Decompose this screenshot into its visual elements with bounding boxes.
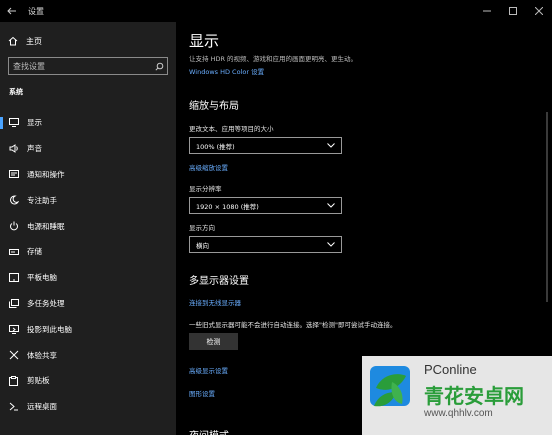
detect-button[interactable]: 检测 xyxy=(189,333,238,350)
watermark: PConline 青花安卓网 www.qhhlv.com xyxy=(362,356,552,435)
sidebar-item-power-sleep[interactable]: 电源和睡眠 xyxy=(0,213,176,239)
remote-desktop-icon xyxy=(0,402,27,411)
text-size-value: 100% (推荐) xyxy=(196,142,235,151)
scrollbar[interactable] xyxy=(546,112,548,302)
chevron-down-icon xyxy=(327,143,335,148)
watermark-site-name: 青花安卓网 xyxy=(424,384,524,408)
advanced-scaling-link[interactable]: 高级缩放设置 xyxy=(189,162,228,172)
sidebar-item-clipboard[interactable]: 剪贴板 xyxy=(0,368,176,394)
close-button[interactable] xyxy=(526,0,552,22)
chevron-down-icon xyxy=(327,203,335,208)
sidebar-item-storage[interactable]: 存储 xyxy=(0,239,176,265)
tablet-icon xyxy=(0,273,27,283)
sidebar-item-label: 声音 xyxy=(27,144,42,154)
monitor-icon xyxy=(0,118,27,128)
minimize-button[interactable] xyxy=(474,0,500,22)
sidebar-item-label: 通知和操作 xyxy=(27,169,65,179)
sidebar-item-remote-desktop[interactable]: 远程桌面 xyxy=(0,394,176,420)
storage-icon xyxy=(0,248,27,256)
sidebar: 主页 系统 显示 声音 通知和操作 xyxy=(0,22,176,435)
active-indicator xyxy=(0,117,3,129)
sidebar-item-multitasking[interactable]: 多任务处理 xyxy=(0,291,176,317)
sidebar-item-label: 多任务处理 xyxy=(27,298,65,308)
sidebar-item-label: 平板电脑 xyxy=(27,273,57,283)
sidebar-item-label: 投影到此电脑 xyxy=(27,324,72,334)
text-size-dropdown[interactable]: 100% (推荐) xyxy=(189,137,342,154)
share-icon xyxy=(0,350,27,360)
resolution-label: 显示分辨率 xyxy=(189,185,222,193)
home-label: 主页 xyxy=(26,36,42,46)
section-label-system: 系统 xyxy=(9,88,23,96)
watermark-brand: PConline xyxy=(424,362,477,377)
night-light-heading: 夜间模式 xyxy=(189,427,229,435)
sidebar-item-label: 体验共享 xyxy=(27,350,57,360)
orientation-dropdown[interactable]: 横向 xyxy=(189,236,342,253)
search-box xyxy=(8,57,168,75)
text-size-label: 更改文本、应用等项目的大小 xyxy=(189,125,274,133)
window-title: 设置 xyxy=(28,6,44,16)
sidebar-item-label: 专注助手 xyxy=(27,195,57,205)
home-nav-item[interactable]: 主页 xyxy=(0,30,176,52)
speaker-icon xyxy=(0,144,27,154)
wireless-display-link[interactable]: 连接到无线显示器 xyxy=(189,297,241,307)
sidebar-item-shared-experiences[interactable]: 体验共享 xyxy=(0,342,176,368)
sidebar-item-project[interactable]: 投影到此电脑 xyxy=(0,316,176,342)
watermark-url: www.qhhlv.com xyxy=(424,408,493,419)
arrow-left-icon xyxy=(7,7,16,15)
chevron-down-icon xyxy=(327,242,335,247)
resolution-dropdown[interactable]: 1920 × 1080 (推荐) xyxy=(189,197,342,214)
scale-layout-heading: 缩放与布局 xyxy=(189,101,239,112)
sidebar-item-label: 剪贴板 xyxy=(27,376,50,386)
maximize-button[interactable] xyxy=(500,0,526,22)
sidebar-item-label: 存储 xyxy=(27,247,42,257)
orientation-value: 横向 xyxy=(196,241,209,250)
power-icon xyxy=(0,221,27,231)
notification-icon xyxy=(0,169,27,179)
clipboard-icon xyxy=(0,375,27,386)
moon-icon xyxy=(0,195,27,205)
search-icon[interactable] xyxy=(151,62,167,71)
sidebar-item-notifications[interactable]: 通知和操作 xyxy=(0,162,176,188)
maximize-icon xyxy=(509,7,517,15)
multi-display-heading: 多显示器设置 xyxy=(189,276,249,287)
close-icon xyxy=(535,7,543,15)
hdr-description: 让支持 HDR 的视频、游戏和应用的画面更明亮、更生动。 xyxy=(189,55,358,63)
advanced-display-link[interactable]: 高级显示设置 xyxy=(189,365,228,375)
minimize-icon xyxy=(483,10,491,12)
sidebar-item-tablet[interactable]: 平板电脑 xyxy=(0,265,176,291)
sidebar-item-label: 电源和睡眠 xyxy=(27,221,65,231)
home-icon xyxy=(0,36,26,46)
sidebar-item-focus-assist[interactable]: 专注助手 xyxy=(0,187,176,213)
graphics-settings-link[interactable]: 图形设置 xyxy=(189,388,215,398)
multitask-icon xyxy=(0,298,27,308)
leaf-logo-icon xyxy=(370,366,410,407)
back-button[interactable] xyxy=(0,0,24,22)
resolution-value: 1920 × 1080 (推荐) xyxy=(196,202,259,211)
orientation-label: 显示方向 xyxy=(189,224,215,232)
sidebar-item-label: 远程桌面 xyxy=(27,402,57,412)
sidebar-item-label: 显示 xyxy=(27,118,42,128)
project-icon xyxy=(0,324,27,334)
sidebar-item-sound[interactable]: 声音 xyxy=(0,136,176,162)
nav-list: 显示 声音 通知和操作 专注助手 电源和睡眠 存储 平板电脑 多任务处理 投影到… xyxy=(0,110,176,420)
sidebar-item-display[interactable]: 显示 xyxy=(0,110,176,136)
hdr-color-settings-link[interactable]: Windows HD Color 设置 xyxy=(189,66,264,76)
detect-description: 一些旧式显示器可能不会进行自动连接。选择"检测"即可尝试手动连接。 xyxy=(189,321,397,329)
title-bar: 设置 xyxy=(0,0,552,22)
page-title: 显示 xyxy=(189,32,220,50)
search-input[interactable] xyxy=(9,61,151,71)
